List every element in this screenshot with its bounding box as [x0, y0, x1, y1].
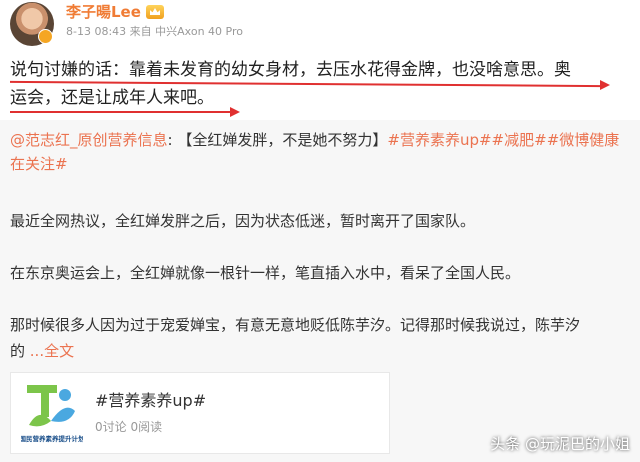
repost-paragraph-1: 最近全网热议，全红婵发胖之后，因为状态低迷，暂时离开了国家队。 — [10, 212, 476, 230]
program-logo-icon: 国民营养素养提升计划 — [21, 385, 83, 443]
username[interactable]: 李子暘Lee — [66, 2, 141, 22]
post-line-2: 运会，还是让成年人来吧。 — [10, 88, 214, 108]
vip-crown-icon — [146, 5, 164, 19]
watermark: 头条 @玩泥巴的小姐 — [490, 435, 630, 453]
post-meta: 8-13 08:43 来自 中兴Axon 40 Pro — [66, 25, 243, 38]
verified-badge-icon — [38, 29, 53, 44]
topic-card-title[interactable]: #营养素养up# — [95, 391, 206, 411]
read-more-link[interactable]: ...全文 — [30, 342, 74, 360]
annotation-underline-2 — [10, 111, 232, 113]
repost-paragraph-2: 在东京奥运会上，全红婵就像一根针一样，笔直插入水中，看呆了全国人民。 — [10, 264, 521, 282]
tag-link-1[interactable]: #营养素养up# — [387, 131, 491, 149]
annotation-arrow-2 — [230, 107, 240, 117]
annotation-arrow-1 — [600, 80, 610, 90]
repost-author-link[interactable]: @范志红_原创营养信息 — [10, 131, 168, 149]
post-line-1: 说句讨嫌的话：靠着未发育的幼女身材，去压水花得金牌，也没啥意思。奥 — [10, 60, 571, 80]
topic-card-stats: 0讨论 0阅读 — [95, 420, 163, 434]
repost-quote: 【全红婵发胖，不是她不努力】 — [177, 131, 388, 149]
repost-block[interactable]: @范志红_原创营养信息: 【全红婵发胖，不是她不努力】#营养素养up##减肥##… — [0, 120, 640, 462]
repost-paragraph-3: 那时候很多人因为过于宠爱婵宝，有意无意地贬低陈芋汐。记得那时候我说过，陈芋汐 的… — [10, 316, 581, 360]
topic-card[interactable]: 国民营养素养提升计划 #营养素养up# 0讨论 0阅读 — [10, 372, 390, 454]
repost-header: @范志红_原创营养信息: 【全红婵发胖，不是她不努力】#营养素养up##减肥##… — [10, 131, 620, 173]
tag-link-2[interactable]: #减肥# — [492, 131, 547, 149]
svg-text:国民营养素养提升计划: 国民营养素养提升计划 — [21, 434, 83, 443]
